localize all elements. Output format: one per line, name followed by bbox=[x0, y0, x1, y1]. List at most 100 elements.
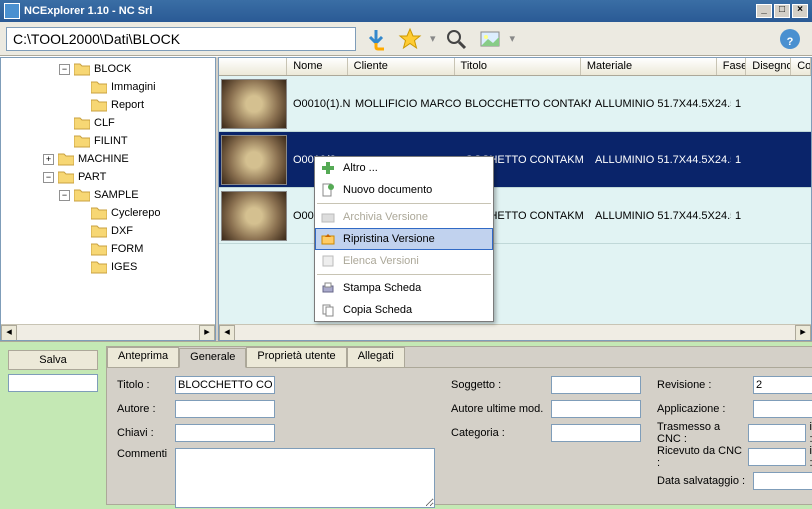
table-row[interactable]: O0010(2 OCCHETTO CONTAKM ALLUMINIO 51.7X… bbox=[219, 132, 811, 188]
main-split: − BLOCK Immagini Report CLF FILINT bbox=[0, 56, 812, 341]
part-thumbnail bbox=[221, 135, 287, 185]
tabs: Anteprima Generale Proprietà utente Alle… bbox=[107, 347, 812, 367]
expander-icon[interactable]: − bbox=[59, 64, 70, 75]
folder-open-icon bbox=[74, 62, 90, 76]
part-thumbnail bbox=[221, 191, 287, 241]
tree-node-machine[interactable]: + MACHINE bbox=[3, 150, 215, 168]
folder-icon bbox=[91, 80, 107, 94]
input-commenti[interactable] bbox=[175, 448, 435, 508]
input-autore-mod[interactable] bbox=[551, 400, 641, 418]
tree-hscroll[interactable]: ◂ ▸ bbox=[1, 324, 215, 340]
tab-generale[interactable]: Generale bbox=[179, 348, 246, 368]
tree-node-report[interactable]: Report bbox=[3, 96, 215, 114]
scroll-left-icon[interactable]: ◂ bbox=[1, 325, 17, 341]
label-data-salv: Data salvataggio : bbox=[657, 475, 749, 487]
scroll-right-icon[interactable]: ▸ bbox=[199, 325, 215, 341]
folder-icon bbox=[91, 206, 107, 220]
separator bbox=[317, 203, 491, 204]
help-icon[interactable]: ? bbox=[776, 25, 804, 53]
folder-icon bbox=[58, 152, 74, 166]
context-menu: Altro ... Nuovo documento Archivia Versi… bbox=[314, 156, 494, 322]
tab-content-generale: Titolo : Autore : Chiavi : Commenti Sogg… bbox=[107, 367, 812, 504]
label-autore: Autore : bbox=[117, 403, 171, 415]
scroll-left-icon[interactable]: ◂ bbox=[219, 325, 235, 341]
expander-icon[interactable]: + bbox=[43, 154, 54, 165]
folder-tree: − BLOCK Immagini Report CLF FILINT bbox=[1, 58, 215, 324]
salva-button[interactable]: Salva bbox=[8, 350, 98, 370]
maximize-button[interactable]: □ bbox=[774, 4, 790, 18]
input-categoria[interactable] bbox=[551, 424, 641, 442]
minimize-button[interactable]: _ bbox=[756, 4, 772, 18]
tree-node-form[interactable]: FORM bbox=[3, 240, 215, 258]
ctx-copia[interactable]: Copia Scheda bbox=[315, 299, 493, 321]
ctx-altro[interactable]: Altro ... bbox=[315, 157, 493, 179]
tab-anteprima[interactable]: Anteprima bbox=[107, 347, 179, 367]
input-trasmesso[interactable] bbox=[748, 424, 806, 442]
new-document-icon bbox=[319, 182, 337, 198]
tree-node-sample[interactable]: − SAMPLE bbox=[3, 186, 215, 204]
tree-node-filint[interactable]: FILINT bbox=[3, 132, 215, 150]
path-input[interactable] bbox=[6, 27, 356, 51]
folder-icon bbox=[91, 260, 107, 274]
tree-node-part[interactable]: − PART bbox=[3, 168, 215, 186]
folder-open-icon bbox=[74, 188, 90, 202]
ctx-ripristina[interactable]: Ripristina Versione bbox=[315, 228, 493, 250]
separator bbox=[317, 274, 491, 275]
search-icon[interactable] bbox=[442, 25, 470, 53]
label-trasmesso: Trasmesso a CNC : bbox=[657, 421, 744, 445]
col-fase[interactable]: Fase bbox=[717, 58, 746, 75]
list-header: Nome Cliente Titolo Materiale Fase Diseg… bbox=[219, 58, 811, 76]
input-revisione[interactable] bbox=[753, 376, 812, 394]
ctx-nuovo[interactable]: Nuovo documento bbox=[315, 179, 493, 201]
close-button[interactable]: × bbox=[792, 4, 808, 18]
tree-node-clf[interactable]: CLF bbox=[3, 114, 215, 132]
part-thumbnail bbox=[221, 79, 287, 129]
tree-node-block[interactable]: − BLOCK bbox=[3, 60, 215, 78]
label-soggetto: Soggetto : bbox=[451, 379, 547, 391]
input-data-salv[interactable] bbox=[753, 472, 812, 490]
input-chiavi[interactable] bbox=[175, 424, 275, 442]
archive-icon bbox=[319, 209, 337, 225]
list-hscroll[interactable]: ◂ ▸ bbox=[219, 324, 811, 340]
tree-node-cyclerepo[interactable]: Cyclerepo bbox=[3, 204, 215, 222]
tree-node-dxf[interactable]: DXF bbox=[3, 222, 215, 240]
image-icon[interactable] bbox=[476, 25, 504, 53]
col-co[interactable]: Co bbox=[791, 58, 811, 75]
scroll-right-icon[interactable]: ▸ bbox=[795, 325, 811, 341]
input-autore[interactable] bbox=[175, 400, 275, 418]
input-applicazione[interactable] bbox=[753, 400, 812, 418]
col-titolo[interactable]: Titolo bbox=[455, 58, 581, 75]
details-panel: Anteprima Generale Proprietà utente Alle… bbox=[106, 346, 812, 505]
col-materiale[interactable]: Materiale bbox=[581, 58, 717, 75]
col-thumb[interactable] bbox=[219, 58, 287, 75]
folder-icon bbox=[74, 116, 90, 130]
tab-allegati[interactable]: Allegati bbox=[347, 347, 405, 367]
bottom-left: Salva bbox=[0, 342, 106, 509]
expander-icon[interactable]: − bbox=[43, 172, 54, 183]
tab-proprieta[interactable]: Proprietà utente bbox=[246, 347, 346, 367]
folder-icon bbox=[91, 98, 107, 112]
col-disegno[interactable]: Disegno bbox=[746, 58, 791, 75]
expander-icon[interactable]: − bbox=[59, 190, 70, 201]
table-row[interactable]: O0010(1).NC MOLLIFICIO MARCO BLOCCHETTO … bbox=[219, 76, 811, 132]
tree-node-immagini[interactable]: Immagini bbox=[3, 78, 215, 96]
download-arrow-icon[interactable] bbox=[362, 25, 390, 53]
input-titolo[interactable] bbox=[175, 376, 275, 394]
list-body: O0010(1).NC MOLLIFICIO MARCO BLOCCHETTO … bbox=[219, 76, 811, 324]
ctx-stampa[interactable]: Stampa Scheda bbox=[315, 277, 493, 299]
col-cliente[interactable]: Cliente bbox=[348, 58, 455, 75]
tree-node-iges[interactable]: IGES bbox=[3, 258, 215, 276]
input-soggetto[interactable] bbox=[551, 376, 641, 394]
folder-icon bbox=[91, 242, 107, 256]
ctx-archivia: Archivia Versione bbox=[315, 206, 493, 228]
salva-field[interactable] bbox=[8, 374, 98, 392]
input-ricevuto[interactable] bbox=[748, 448, 806, 466]
label-titolo: Titolo : bbox=[117, 379, 171, 391]
folder-icon bbox=[91, 224, 107, 238]
app-icon bbox=[4, 3, 20, 19]
label-categoria: Categoria : bbox=[451, 427, 547, 439]
col-nome[interactable]: Nome bbox=[287, 58, 347, 75]
folder-icon bbox=[74, 134, 90, 148]
table-row[interactable]: O0010(3 OCCHETTO CONTAKM ALLUMINIO 51.7X… bbox=[219, 188, 811, 244]
favorite-star-icon[interactable] bbox=[396, 25, 424, 53]
